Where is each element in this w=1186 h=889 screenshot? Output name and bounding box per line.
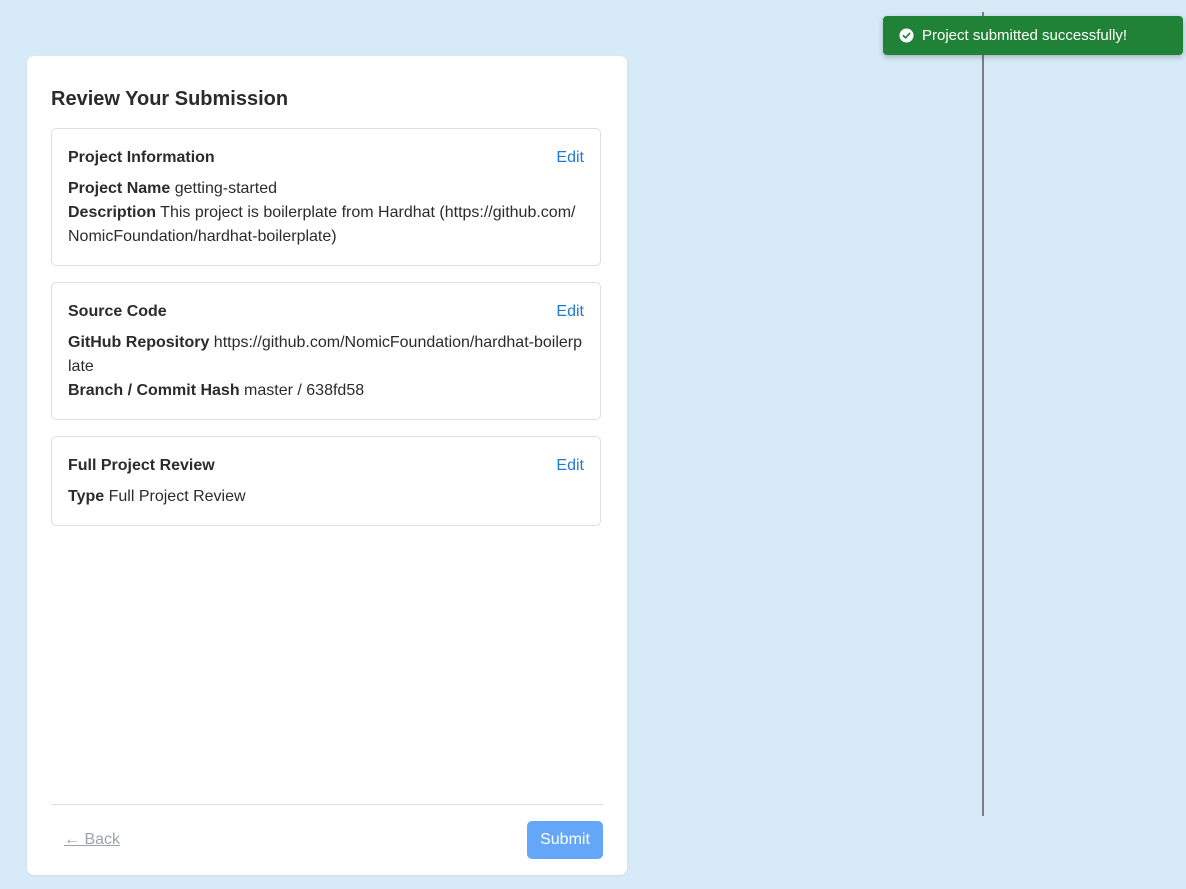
section-body: Project Name getting-started Description… <box>68 177 584 249</box>
field-description: Description This project is boilerplate … <box>68 201 584 249</box>
edit-source-code-link[interactable]: Edit <box>556 303 584 321</box>
field-github-repository: GitHub Repository https://github.com/Nom… <box>68 331 584 379</box>
section-title: Full Project Review <box>68 457 215 474</box>
check-circle-icon <box>899 28 914 43</box>
section-title: Source Code <box>68 303 167 320</box>
field-label: Type <box>68 488 105 505</box>
edit-project-information-link[interactable]: Edit <box>556 149 584 167</box>
section-full-project-review: Full Project Review Edit Type Full Proje… <box>51 436 601 526</box>
section-title: Project Information <box>68 149 215 166</box>
section-body: Type Full Project Review <box>68 485 584 509</box>
section-header: Project Information Edit <box>68 149 584 169</box>
section-project-information: Project Information Edit Project Name ge… <box>51 128 601 266</box>
field-label: Description <box>68 204 157 221</box>
section-source-code: Source Code Edit GitHub Repository https… <box>51 282 601 420</box>
section-header: Full Project Review Edit <box>68 457 584 477</box>
field-type: Type Full Project Review <box>68 485 584 509</box>
edit-review-type-link[interactable]: Edit <box>556 457 584 475</box>
field-label: Project Name <box>68 180 171 197</box>
field-branch-commit: Branch / Commit Hash master / 638fd58 <box>68 379 584 403</box>
field-value: getting-started <box>174 180 277 197</box>
field-label: GitHub Repository <box>68 334 210 351</box>
field-value: Full Project Review <box>108 488 246 505</box>
field-label: Branch / Commit Hash <box>68 382 240 399</box>
success-toast: Project submitted successfully! <box>883 16 1183 55</box>
footer-divider <box>51 804 603 805</box>
section-body: GitHub Repository https://github.com/Nom… <box>68 331 584 403</box>
vertical-divider <box>982 12 984 816</box>
review-panel: Review Your Submission Project Informati… <box>27 56 627 875</box>
submit-button[interactable]: Submit <box>527 821 603 859</box>
back-link[interactable]: ← Back <box>64 831 120 849</box>
page: Review Your Submission Project Informati… <box>0 0 1186 889</box>
toast-message: Project submitted successfully! <box>922 27 1128 44</box>
field-value: master / 638fd58 <box>244 382 365 399</box>
page-title: Review Your Submission <box>51 88 289 110</box>
section-header: Source Code Edit <box>68 303 584 323</box>
field-project-name: Project Name getting-started <box>68 177 584 201</box>
